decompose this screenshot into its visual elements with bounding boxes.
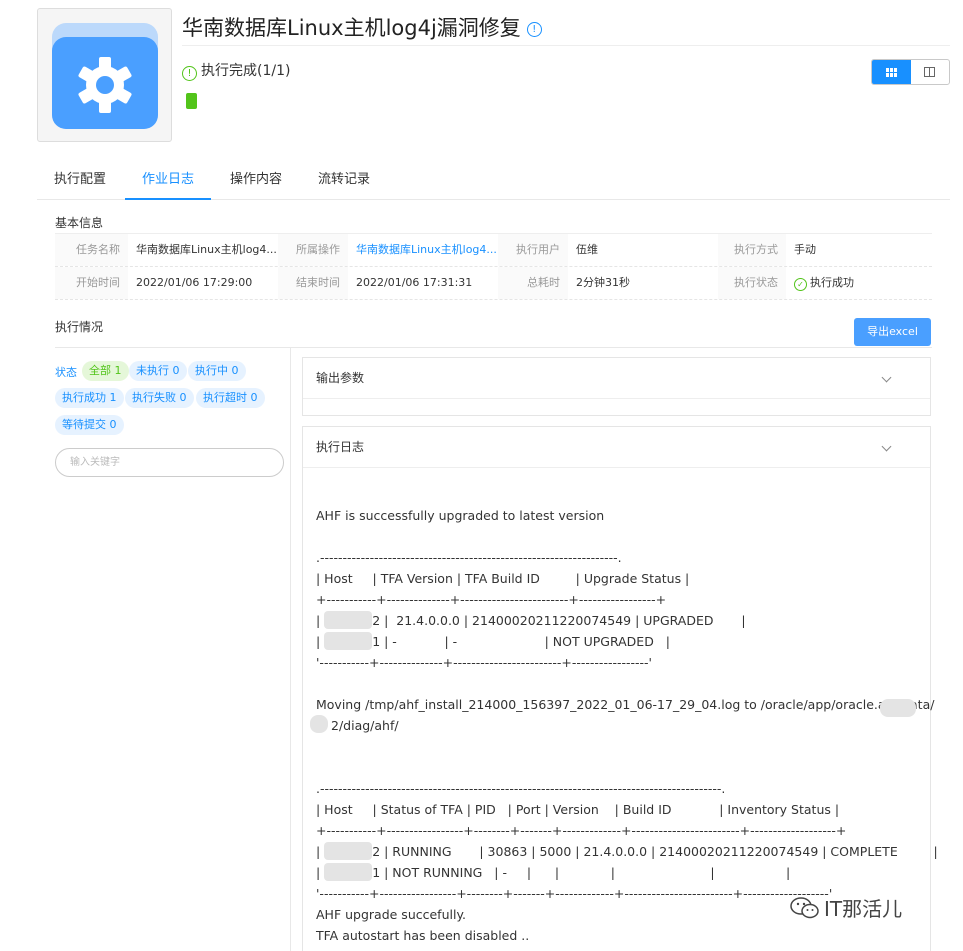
operation-link[interactable]: 华南数据库Linux主机log4... <box>348 234 498 266</box>
log-line: | 2 | RUNNING | 30863 | 5000 | 21.4.0.0.… <box>316 842 938 860</box>
gear-icon <box>52 23 158 129</box>
user-value: 伍维 <box>576 243 598 256</box>
info-icon[interactable]: ! <box>526 22 542 37</box>
log-line: | Host | TFA Version | TFA Build ID | Up… <box>316 571 690 586</box>
tab-bar: 执行配置 作业日志 操作内容 流转记录 <box>37 165 950 200</box>
redacted-host <box>324 842 373 860</box>
output-params-header[interactable]: 输出参数 <box>303 358 930 399</box>
page-title: 华南数据库Linux主机log4j漏洞修复! <box>182 12 542 42</box>
log-line: .---------------------------------------… <box>316 550 622 565</box>
filter-success[interactable]: 执行成功 1 <box>55 388 124 408</box>
log-line: | 1 | NOT RUNNING | - | | | | | <box>316 863 791 881</box>
watermark: IT那活儿 <box>790 893 902 922</box>
end-time-label: 结束时间 <box>278 267 348 299</box>
title-divider <box>182 45 950 46</box>
tab-job-log[interactable]: 作业日志 <box>125 165 211 200</box>
log-line: '-----------+--------------+------------… <box>316 655 652 670</box>
execution-title: 执行情况 <box>55 320 104 334</box>
execution-status: ! 执行完成(1/1) <box>182 60 290 81</box>
exec-log-header[interactable]: 执行日志 <box>303 427 930 468</box>
log-line: +-----------+-----------------+--------+… <box>316 823 847 838</box>
tab-flow-record[interactable]: 流转记录 <box>301 165 387 198</box>
grid-view-button[interactable] <box>872 60 911 84</box>
duration-label: 总耗时 <box>498 267 568 299</box>
sidebar-divider <box>290 348 291 951</box>
basic-info-title: 基本信息 <box>55 216 104 230</box>
split-view-button[interactable] <box>911 60 950 84</box>
filter-not-executed[interactable]: 未执行 0 <box>129 361 187 381</box>
state-value: ✓ 执行成功 <box>786 267 932 299</box>
tab-exec-config[interactable]: 执行配置 <box>37 165 123 198</box>
log-line: | 2 | 21.4.0.0.0 | 21400020211220074549 … <box>316 611 746 629</box>
view-toggle <box>871 59 950 85</box>
tab-operation-content[interactable]: 操作内容 <box>213 165 299 198</box>
redacted-host <box>324 632 373 650</box>
user-label: 执行用户 <box>498 234 568 266</box>
log-line: +-----------+--------------+------------… <box>316 592 667 607</box>
log-line: Moving /tmp/ahf_install_214000_156397_20… <box>316 697 935 712</box>
redacted-host <box>324 863 373 881</box>
redacted-path <box>310 715 328 733</box>
basic-info-table: 任务名称 华南数据库Linux主机log4... 所属操作 华南数据库Linux… <box>55 233 932 300</box>
wechat-icon <box>790 897 819 919</box>
mode-label: 执行方式 <box>718 234 786 266</box>
log-line: TFA autostart has been disabled .. <box>316 928 530 943</box>
filter-running[interactable]: 执行中 0 <box>188 361 246 381</box>
task-name-value: 华南数据库Linux主机log4... <box>136 243 277 256</box>
app-icon-frame <box>37 8 172 142</box>
columns-icon <box>924 67 936 77</box>
redacted-host <box>324 611 373 629</box>
grid-icon <box>885 67 897 77</box>
output-params-panel: 输出参数 <box>302 357 931 416</box>
log-line: 2/diag/ahf/ <box>331 718 399 733</box>
log-line: | Host | Status of TFA | PID | Port | Ve… <box>316 802 840 817</box>
redacted-path <box>880 699 916 717</box>
log-line: | 1 | - | - | NOT UPGRADED | <box>316 632 670 650</box>
log-line: AHF upgrade succefully. <box>316 907 467 922</box>
status-filter-label: 状态 <box>55 366 77 379</box>
chevron-down-icon[interactable] <box>881 441 892 452</box>
filter-failed[interactable]: 执行失败 0 <box>125 388 194 408</box>
duration-value: 2分钟31秒 <box>576 276 630 289</box>
check-circle-icon: ✓ <box>794 278 807 291</box>
operation-label: 所属操作 <box>278 234 348 266</box>
start-time-label: 开始时间 <box>55 267 128 299</box>
chevron-down-icon[interactable] <box>881 372 892 383</box>
filter-pending[interactable]: 等待提交 0 <box>55 415 124 435</box>
log-line: AHF is successfully upgraded to latest v… <box>316 508 605 523</box>
start-time-value: 2022/01/06 17:29:00 <box>136 276 253 289</box>
filter-timeout[interactable]: 执行超时 0 <box>196 388 265 408</box>
status-info-icon: ! <box>182 66 197 81</box>
info-row: 任务名称 华南数据库Linux主机log4... 所属操作 华南数据库Linux… <box>55 234 932 267</box>
state-label: 执行状态 <box>718 267 786 299</box>
progress-indicator <box>186 93 197 109</box>
filter-all[interactable]: 全部 1 <box>82 361 129 381</box>
execution-divider <box>55 347 932 348</box>
log-line: .---------------------------------------… <box>316 781 726 796</box>
info-row: 开始时间 2022/01/06 17:29:00 结束时间 2022/01/06… <box>55 267 932 300</box>
end-time-value: 2022/01/06 17:31:31 <box>356 276 473 289</box>
log-line: '-----------+-----------------+--------+… <box>316 886 833 901</box>
mode-value: 手动 <box>794 243 816 256</box>
task-name-label: 任务名称 <box>55 234 128 266</box>
keyword-search-input[interactable]: 输入关键字 <box>55 448 284 477</box>
export-excel-button[interactable]: 导出excel <box>854 318 931 346</box>
